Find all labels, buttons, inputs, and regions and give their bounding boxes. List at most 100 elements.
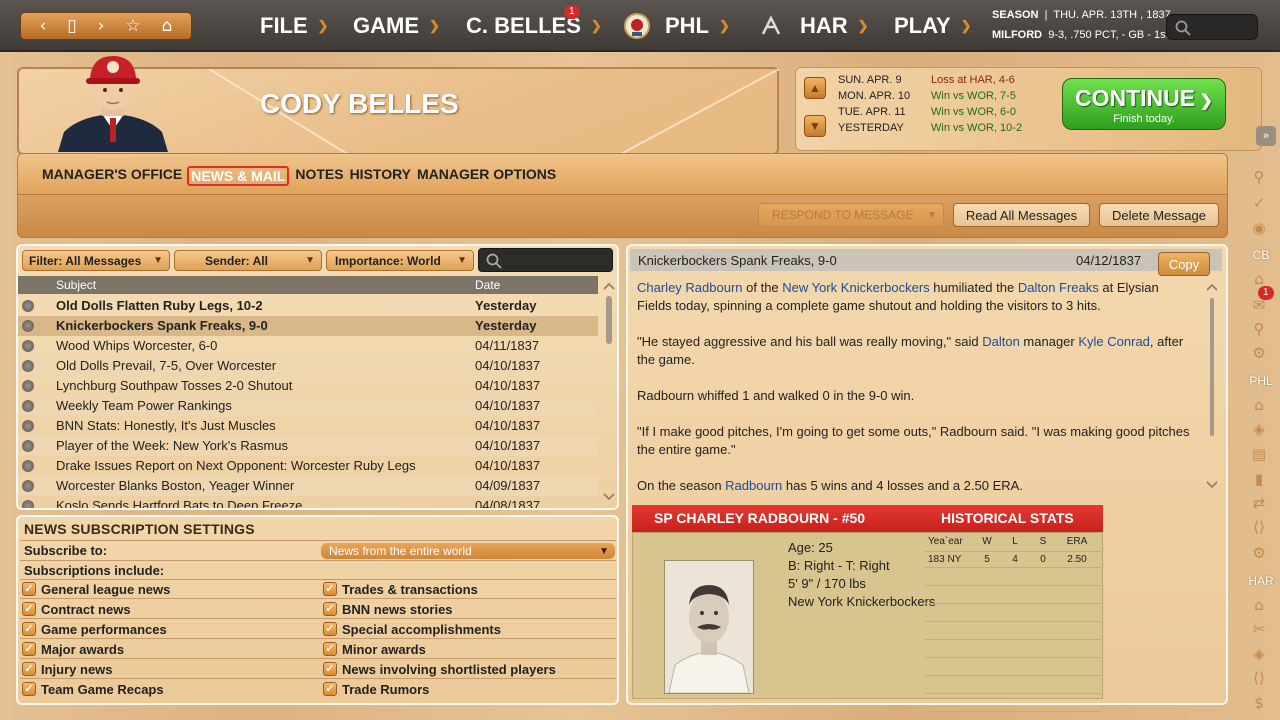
continue-button[interactable]: CONTINUE ❯ Finish today. <box>1062 78 1226 130</box>
schedule-up-button[interactable]: ▲ <box>804 77 826 99</box>
message-row[interactable]: Worcester Blanks Boston, Yeager Winner 04… <box>18 476 598 496</box>
checkbox-label: Contract news <box>41 601 131 617</box>
team-link[interactable]: Dalton Freaks <box>1018 280 1099 295</box>
article-paragraph: Charley Radbourn of the New York Knicker… <box>637 279 1193 315</box>
global-search-input[interactable] <box>1166 14 1258 40</box>
pin-icon[interactable]: ⚲ <box>1250 168 1268 186</box>
message-row[interactable]: Old Dolls Flatten Ruby Legs, 10-2 Yesterd… <box>18 296 598 316</box>
search-icon[interactable]: ⚲ <box>1250 320 1268 338</box>
schedule-down-button[interactable]: ▼ <box>804 115 826 137</box>
checkbox-special-accomplishments[interactable]: ✓ Special accomplishments <box>323 620 501 638</box>
tab-strip: MANAGER'S OFFICE NEWS & MAIL NOTES HISTO… <box>42 166 562 186</box>
historical-stats-title: HISTORICAL STATS <box>941 510 1074 526</box>
schedule-row[interactable]: SUN. APR. 9 Loss at HAR, 4-6 <box>838 72 1022 88</box>
checkbox-team-game-recaps[interactable]: ✓ Team Game Recaps <box>22 680 164 698</box>
forward-icon[interactable]: › <box>98 17 105 35</box>
gear-icon[interactable]: ⚙ <box>1250 344 1268 362</box>
sender-dropdown[interactable]: Sender: All ▼ <box>174 250 322 271</box>
checkbox-label: BNN news stories <box>342 601 453 617</box>
checkbox-contract-news[interactable]: ✓ Contract news <box>22 600 131 618</box>
message-list-scrollbar[interactable] <box>603 282 615 502</box>
message-row-selected[interactable]: Knickerbockers Spank Freaks, 9-0 Yesterda… <box>18 316 598 336</box>
manager-link[interactable]: Kyle Conrad <box>1078 334 1150 349</box>
importance-dropdown[interactable]: Importance: World ▼ <box>326 250 474 271</box>
expand-sidebar-button[interactable]: » <box>1256 126 1276 146</box>
team-link[interactable]: New York Knickerbockers <box>782 280 929 295</box>
home-icon[interactable]: ⌂ <box>162 17 173 35</box>
menu-har[interactable]: HAR ❯ <box>800 12 869 40</box>
checkbox-trades-transactions[interactable]: ✓ Trades & transactions <box>323 580 478 598</box>
delete-message-button[interactable]: Delete Message <box>1099 203 1219 227</box>
home-icon[interactable]: ⌂ <box>1250 596 1268 614</box>
player-link[interactable]: Charley Radbourn <box>637 280 743 295</box>
checkbox-shortlisted-players[interactable]: ✓ News involving shortlisted players <box>323 660 556 678</box>
card-icon[interactable]: ▤ <box>1250 445 1268 463</box>
message-row[interactable]: Lynchburg Southpaw Tosses 2-0 Shutout 04/… <box>18 376 598 396</box>
team-link[interactable]: Dalton <box>982 334 1020 349</box>
sidebar-label-phl: PHL <box>1249 374 1273 388</box>
trade-icon[interactable]: ⇄ <box>1250 494 1268 512</box>
checkbox-bnn-news-stories[interactable]: ✓ BNN news stories <box>323 600 453 618</box>
sender-label: Sender: All <box>205 253 268 268</box>
message-row[interactable]: Drake Issues Report on Next Opponent: Wo… <box>18 456 598 476</box>
column-subject[interactable]: Subject <box>56 278 96 292</box>
copy-button[interactable]: Copy <box>1158 252 1210 276</box>
gear-icon[interactable]: ⚙ <box>1250 544 1268 562</box>
respond-to-message-button[interactable]: RESPOND TO MESSAGE ▼ <box>758 203 944 227</box>
tab-history[interactable]: HISTORY <box>350 166 411 186</box>
schedule-row[interactable]: TUE. APR. 11 Win vs WOR, 6-0 <box>838 104 1022 120</box>
schedule-row[interactable]: MON. APR. 10 Win vs WOR, 7-5 <box>838 88 1022 104</box>
scissors-icon[interactable]: ✂ <box>1250 620 1268 638</box>
home-icon[interactable]: ⌂ <box>1250 396 1268 414</box>
message-row[interactable]: Weekly Team Power Rankings 04/10/1837 <box>18 396 598 416</box>
filter-dropdown[interactable]: Filter: All Messages ▼ <box>22 250 170 271</box>
message-row[interactable]: Koslo Sends Hartford Bats to Deep Freeze… <box>18 496 598 508</box>
chevron-up-icon: ▲ <box>809 81 821 95</box>
code-icon[interactable]: ⟨⟩ <box>1250 518 1268 536</box>
column-date[interactable]: Date <box>475 278 500 292</box>
article-scrollbar[interactable] <box>1205 282 1219 494</box>
menu-file[interactable]: FILE ❯ <box>260 12 329 40</box>
message-row[interactable]: Wood Whips Worcester, 6-0 04/11/1837 <box>18 336 598 356</box>
divider <box>20 678 616 679</box>
bar-chart-icon[interactable]: ▮ <box>1250 470 1268 488</box>
checkbox-injury-news[interactable]: ✓ Injury news <box>22 660 113 678</box>
checkbox-trade-rumors[interactable]: ✓ Trade Rumors <box>323 680 429 698</box>
tag-icon[interactable]: ◈ <box>1250 420 1268 438</box>
message-search-input[interactable] <box>478 248 613 272</box>
read-all-messages-button[interactable]: Read All Messages <box>953 203 1090 227</box>
tab-news-mail[interactable]: NEWS & MAIL <box>187 166 290 186</box>
tab-manager-options[interactable]: MANAGER OPTIONS <box>417 166 556 186</box>
player-age: Age: 25 <box>788 540 833 555</box>
tag-icon[interactable]: ◈ <box>1250 645 1268 663</box>
checkbox-general-league-news[interactable]: ✓ General league news <box>22 580 170 598</box>
checkbox-game-performances[interactable]: ✓ Game performances <box>22 620 167 638</box>
player-name[interactable]: SP CHARLEY RADBOURN - #50 <box>654 510 865 526</box>
checkmark-icon: ✓ <box>323 622 337 636</box>
player-link[interactable]: Radbourn <box>725 478 782 493</box>
schedule-row[interactable]: YESTERDAY Win vs WOR, 10-2 <box>838 120 1022 136</box>
back-icon[interactable]: ‹ <box>39 17 46 35</box>
tab-notes[interactable]: NOTES <box>295 166 343 186</box>
message-row[interactable]: Player of the Week: New York's Rasmus 04/… <box>18 436 598 456</box>
menu-play[interactable]: PLAY ❯ <box>894 12 972 40</box>
menu-game[interactable]: GAME ❯ <box>353 12 440 40</box>
message-row[interactable]: Old Dolls Prevail, 7-5, Over Worcester 04… <box>18 356 598 376</box>
message-subject: Knickerbockers Spank Freaks, 9-0 <box>56 318 268 333</box>
menu-phl[interactable]: PHL ❯ <box>665 12 730 40</box>
checkbox-major-awards[interactable]: ✓ Major awards <box>22 640 124 658</box>
double-chevron-icon: » <box>1262 130 1270 142</box>
menu-manager[interactable]: C. BELLES ❯ <box>466 12 602 40</box>
stats-header: W <box>982 536 992 547</box>
page-icon[interactable]: ▯ <box>67 17 76 35</box>
code-icon[interactable]: ⟨⟩ <box>1250 669 1268 687</box>
checkbox-minor-awards[interactable]: ✓ Minor awards <box>323 640 426 658</box>
menu-manager-label: C. BELLES <box>466 13 581 38</box>
message-row[interactable]: BNN Stats: Honestly, It's Just Muscles 04… <box>18 416 598 436</box>
tab-managers-office[interactable]: MANAGER'S OFFICE <box>42 166 182 186</box>
subscribe-to-dropdown[interactable]: News from the entire world ▼ <box>321 543 615 559</box>
globe-icon[interactable]: ◉ <box>1250 219 1268 237</box>
star-icon[interactable]: ☆ <box>125 17 140 35</box>
check-icon[interactable]: ✓ <box>1250 194 1268 212</box>
dollar-icon[interactable]: $ <box>1250 694 1268 712</box>
